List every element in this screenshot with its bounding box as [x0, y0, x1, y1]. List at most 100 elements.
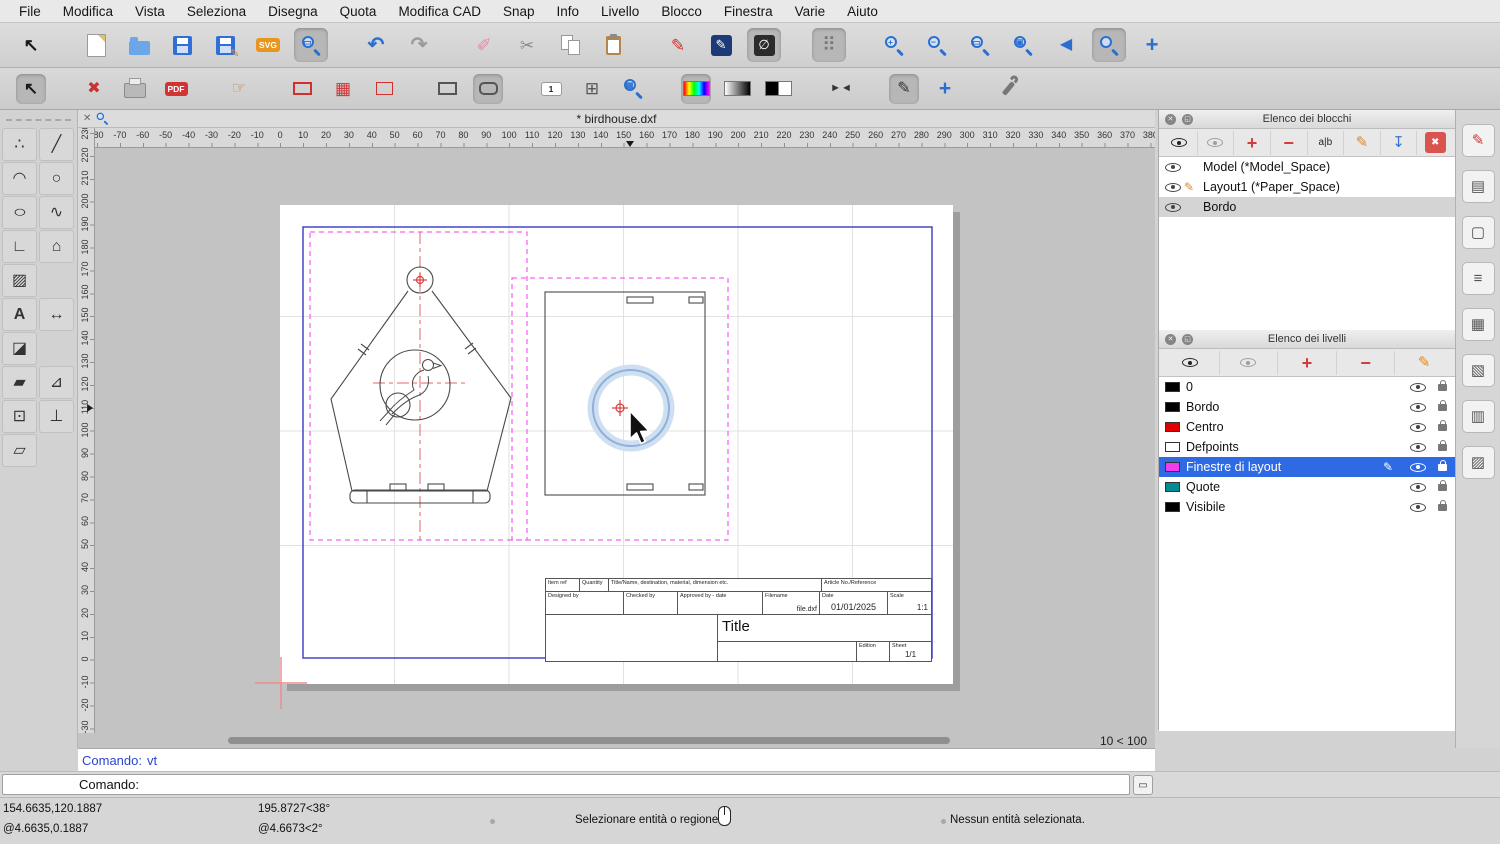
modify-button[interactable]: ✎ — [661, 28, 695, 62]
menu-item-varie[interactable]: Varie — [784, 4, 837, 19]
full-color-button[interactable] — [681, 73, 711, 104]
menu-item-info[interactable]: Info — [546, 4, 591, 19]
text-tool-button[interactable]: A — [2, 298, 37, 331]
auto-zoom-button[interactable]: ▭ — [963, 28, 997, 62]
menu-item-modifica-cad[interactable]: Modifica CAD — [387, 4, 492, 19]
snap-perpendicular-button[interactable]: ⊥ — [39, 400, 74, 433]
eye-icon[interactable] — [1410, 442, 1426, 452]
rounded-rect-button[interactable] — [473, 73, 503, 104]
zoom-out-button[interactable]: − — [920, 28, 954, 62]
layer-row-bordo[interactable]: Bordo — [1159, 397, 1455, 417]
menu-item-seleziona[interactable]: Seleziona — [176, 4, 257, 19]
settings-button[interactable] — [993, 74, 1023, 104]
menu-item-file[interactable]: File — [8, 4, 52, 19]
block-row-model-model-space[interactable]: Model (*Model_Space) — [1159, 157, 1455, 177]
eye-icon[interactable] — [1410, 462, 1426, 472]
menu-item-disegna[interactable]: Disegna — [257, 4, 329, 19]
viewport-center-button[interactable] — [369, 74, 399, 104]
open-file-button[interactable] — [122, 28, 156, 62]
menu-item-aiuto[interactable]: Aiuto — [836, 4, 889, 19]
print-export-button[interactable] — [120, 74, 150, 104]
circle-tools-button[interactable]: ○ — [39, 162, 74, 195]
layer-row-centro[interactable]: Centro — [1159, 417, 1455, 437]
show-all-blocks-button[interactable] — [1161, 130, 1198, 155]
add-block-button[interactable]: + — [1234, 130, 1271, 155]
selection-filter-panel-button[interactable]: ▧ — [1461, 354, 1495, 387]
selection-tool-2-button[interactable]: ↖ — [16, 73, 46, 104]
redo-button[interactable]: ↷ — [402, 28, 436, 62]
block-list-panel-button[interactable]: ▤ — [1461, 170, 1495, 203]
layer-color-swatch[interactable] — [1165, 402, 1180, 412]
lock-icon[interactable] — [1438, 439, 1447, 451]
solid-fill-button[interactable]: ▰ — [2, 366, 37, 399]
eye-icon[interactable] — [1410, 402, 1426, 412]
eye-icon[interactable] — [1165, 182, 1181, 192]
rename-block-button[interactable]: a|b — [1308, 130, 1345, 155]
layer-color-swatch[interactable] — [1165, 482, 1180, 492]
lock-icon[interactable] — [1438, 459, 1447, 471]
ellipse-tools-button[interactable]: ○ — [2, 196, 37, 229]
scale-one-button[interactable]: 1 — [536, 74, 566, 104]
layer-row-0[interactable]: 0 — [1159, 377, 1455, 397]
layer-color-swatch[interactable] — [1165, 462, 1180, 472]
black-white-button[interactable] — [763, 74, 793, 104]
eye-icon[interactable] — [1410, 502, 1426, 512]
crosshair-button[interactable]: + — [930, 74, 960, 104]
menu-item-snap[interactable]: Snap — [492, 4, 546, 19]
layer-row-finestre-di-layout[interactable]: Finestre di layout ✎ — [1159, 457, 1455, 477]
add-grid-button[interactable]: ⊞ — [577, 74, 607, 104]
detach-panel-icon[interactable]: ◱ — [1182, 113, 1193, 125]
lock-icon[interactable] — [1438, 399, 1447, 411]
menu-item-vista[interactable]: Vista — [124, 4, 176, 19]
add-layer-button[interactable]: + — [1278, 350, 1337, 375]
arc-tools-button[interactable]: ◠ — [2, 162, 37, 195]
library-browser-panel-button[interactable]: ▢ — [1461, 216, 1495, 249]
property-editor-panel-button[interactable]: ✎ — [1461, 124, 1495, 157]
restrict-nothing-button[interactable]: ∅ — [747, 28, 781, 62]
lock-icon[interactable] — [1438, 499, 1447, 511]
show-all-layers-button[interactable] — [1161, 350, 1220, 375]
pdf-export-button[interactable]: PDF — [161, 74, 191, 104]
insert-block-button[interactable]: ↧ — [1381, 130, 1418, 155]
isometric-view-button[interactable]: ▱ — [2, 434, 37, 467]
zoom-in-button[interactable]: + — [877, 28, 911, 62]
edit-pencil-icon[interactable]: ✎ — [1181, 180, 1197, 194]
close-drawing-button[interactable]: ✖ — [79, 74, 109, 104]
viewport-frame-button[interactable] — [287, 74, 317, 104]
eye-icon[interactable] — [1410, 382, 1426, 392]
close-panel-icon[interactable]: ✕ — [1165, 113, 1176, 125]
lock-icon[interactable] — [1438, 419, 1447, 431]
copy-button[interactable] — [553, 28, 587, 62]
pan-button[interactable]: + — [1135, 28, 1169, 62]
menu-item-quota[interactable]: Quota — [329, 4, 388, 19]
horizontal-scrollbar[interactable] — [228, 737, 950, 744]
layer-color-swatch[interactable] — [1165, 382, 1180, 392]
save-button[interactable] — [165, 28, 199, 62]
eye-icon[interactable] — [1410, 422, 1426, 432]
edit-pencil-icon[interactable]: ✎ — [1380, 460, 1396, 474]
layer-row-visibile[interactable]: Visibile — [1159, 497, 1455, 517]
paste-button[interactable] — [596, 28, 630, 62]
lock-icon[interactable] — [1438, 479, 1447, 491]
eye-icon[interactable] — [1410, 482, 1426, 492]
delete-block-button[interactable]: ✖ — [1417, 131, 1453, 155]
fit-width-button[interactable]: ►◄ — [826, 74, 856, 104]
hide-all-layers-button[interactable] — [1220, 350, 1279, 375]
hide-all-blocks-button[interactable] — [1198, 130, 1235, 155]
shape-tools-button[interactable]: ⊡ — [2, 400, 37, 433]
dimension-tools-button[interactable]: ↔ — [39, 298, 74, 331]
previous-view-button[interactable]: ◀ — [1049, 28, 1083, 62]
spline-tools-button[interactable]: ∿ — [39, 196, 74, 229]
polygon-tools-button[interactable]: ⌂ — [39, 230, 74, 263]
layer-row-defpoints[interactable]: Defpoints — [1159, 437, 1455, 457]
block-row-layout1-paper-space[interactable]: ✎ Layout1 (*Paper_Space) — [1159, 177, 1455, 197]
lock-icon[interactable] — [1438, 379, 1447, 391]
command-history-panel-button[interactable]: ≡ — [1461, 262, 1495, 295]
command-console-toggle-button[interactable]: ▭ — [1133, 775, 1153, 795]
image-tool-button[interactable]: ◪ — [2, 332, 37, 365]
hatch-tool-button[interactable]: ▨ — [2, 264, 37, 297]
clipboard-panel-button[interactable]: ▥ — [1461, 400, 1495, 433]
svg-export-button[interactable]: SVG — [251, 28, 285, 62]
cut-button[interactable]: ✂ — [510, 28, 544, 62]
zoom-grid-button[interactable]: ▦ — [618, 74, 648, 104]
